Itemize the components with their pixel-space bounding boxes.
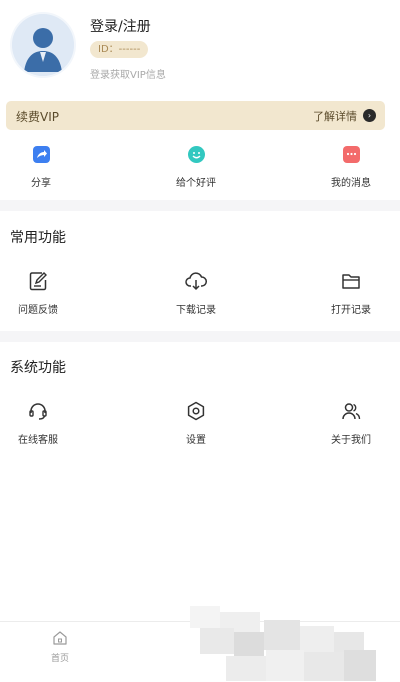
feedback-icon — [29, 272, 47, 291]
home-icon — [53, 631, 67, 645]
user-avatar-icon — [12, 14, 74, 76]
settings-button[interactable]: 设置 — [141, 400, 251, 446]
feedback-button[interactable]: 问题反馈 — [0, 270, 93, 316]
download-records-button[interactable]: 下载记录 — [141, 270, 251, 316]
about-us-label: 关于我们 — [331, 435, 371, 446]
message-icon — [342, 146, 360, 163]
my-messages-label: 我的消息 — [331, 178, 371, 189]
open-records-button[interactable]: 打开记录 — [296, 270, 400, 316]
settings-label: 设置 — [186, 435, 206, 446]
share-label: 分享 — [31, 178, 51, 189]
folder-icon — [342, 274, 360, 289]
mosaic-blur-patch — [304, 652, 344, 681]
mosaic-blur-patch — [344, 650, 376, 681]
online-support-label: 在线客服 — [18, 435, 58, 446]
section-divider — [0, 331, 400, 342]
user-id-badge: ID：------ — [90, 41, 149, 58]
share-button[interactable]: 分享 — [0, 146, 96, 189]
arrow-right-icon: › — [363, 109, 376, 122]
vip-renew-banner[interactable]: 续费VIP 了解详情 › — [6, 101, 385, 130]
download-records-label: 下载记录 — [176, 305, 216, 316]
vip-renew-title: 续费VIP — [16, 110, 59, 124]
common-functions-title: 常用功能 — [10, 230, 66, 246]
open-records-label: 打开记录 — [331, 305, 371, 316]
mosaic-blur-patch — [264, 620, 300, 650]
rate-us-button[interactable]: 给个好评 — [141, 146, 251, 189]
quick-actions-row: 分享 给个好评 我的消息 — [0, 146, 400, 192]
section-divider — [0, 200, 400, 211]
avatar[interactable] — [12, 14, 74, 76]
rate-us-label: 给个好评 — [176, 178, 216, 189]
vip-details-link[interactable]: 了解详情 — [313, 108, 357, 124]
mosaic-blur-patch — [226, 656, 266, 681]
tab-home-label: 首页 — [50, 654, 69, 664]
settings-icon — [187, 401, 205, 421]
system-functions-row: 在线客服 设置 关于我们 — [0, 400, 400, 450]
my-messages-button[interactable]: 我的消息 — [296, 146, 400, 189]
system-functions-title: 系统功能 — [10, 360, 66, 376]
login-register-link[interactable]: 登录/注册 — [90, 16, 151, 36]
users-icon — [342, 403, 361, 420]
common-functions-row: 问题反馈 下载记录 打开记录 — [0, 270, 400, 320]
feedback-label: 问题反馈 — [18, 305, 58, 316]
mosaic-blur-patch — [266, 650, 304, 681]
mosaic-blur-patch — [190, 606, 220, 628]
tab-home[interactable]: 首页 — [40, 630, 80, 664]
profile-header[interactable]: 登录/注册 ID：------ 登录获取VIP信息 — [0, 0, 400, 92]
share-icon — [32, 146, 50, 163]
mosaic-blur-patch — [300, 626, 334, 652]
headset-icon — [29, 403, 47, 420]
online-support-button[interactable]: 在线客服 — [0, 400, 93, 446]
vip-info-hint: 登录获取VIP信息 — [90, 70, 166, 81]
about-us-button[interactable]: 关于我们 — [296, 400, 400, 446]
mosaic-blur-patch — [200, 628, 234, 654]
smile-icon — [187, 146, 205, 163]
cloud-download-icon — [185, 272, 207, 291]
